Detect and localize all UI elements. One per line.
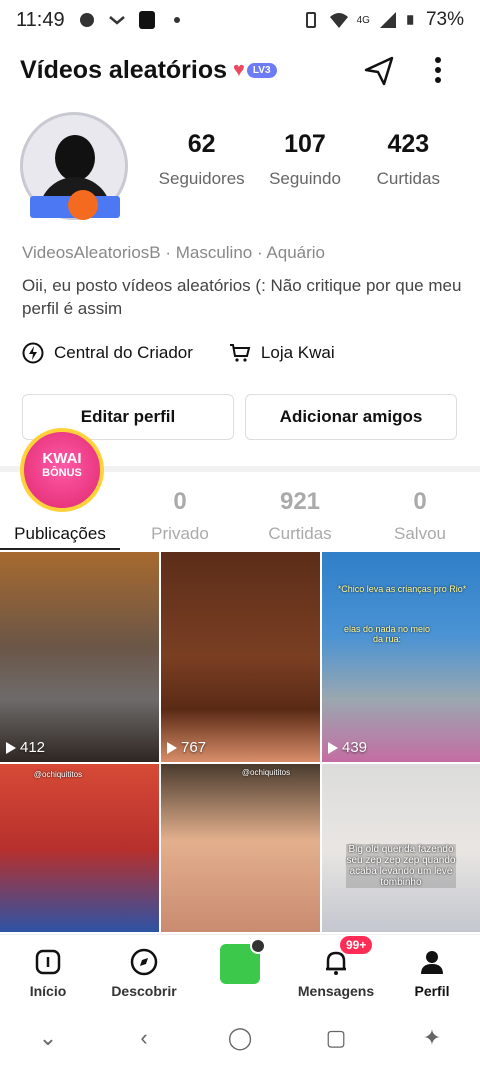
profile-links: Central do Criador Loja Kwai [22,342,335,364]
likes-stat[interactable]: 423 Curtidas [357,130,460,189]
view-count: 439 [328,739,367,756]
heart-balloon-icon: ♥ [233,58,245,81]
lightning-icon [22,342,44,364]
following-label: Seguindo [269,169,341,188]
tab-count: 0 [173,488,187,515]
profile-header: Vídeos aleatórios ♥ LV3 [0,48,480,92]
accessibility-icon[interactable]: ✦ [417,1025,447,1051]
signal-icon [379,12,396,28]
battery-icon [407,15,414,25]
nav-home-label: Início [29,982,67,999]
creator-center-link[interactable]: Central do Criador [22,342,193,364]
video-watermark: @ochiquititos [241,768,291,777]
following-stat[interactable]: 107 Seguindo [253,130,356,189]
flower-decoration-icon [68,190,98,220]
messages-badge: 99+ [340,936,373,954]
tab-label: Salvou [394,524,446,543]
hide-keyboard-icon[interactable]: ⌄ [33,1025,63,1051]
tab-label: Curtidas [268,524,332,543]
kwai-bonus-line2: BÔNUS [42,467,82,479]
bottom-navigation: Início Descobrir Mensagens Perfil [0,934,480,1010]
missed-call-icon [108,16,125,25]
play-icon [6,741,16,754]
tab-saved[interactable]: 0 Salvou [360,488,480,544]
status-bar: 11:49 4G 73% [0,0,480,40]
play-icon [167,741,177,754]
tab-count: 921 [279,488,321,515]
view-count: 412 [6,739,45,756]
nav-profile-label: Perfil [414,982,450,999]
home-gesture-icon[interactable]: ◯ [225,1025,255,1051]
play-icon [328,741,338,754]
shop-label: Loja Kwai [260,343,335,362]
cart-icon [229,344,251,362]
nav-messages-label: Mensagens [297,982,375,999]
battery-percentage: 73% [425,9,464,30]
active-tab-indicator [0,548,120,550]
vibrate-icon [305,12,316,28]
recents-icon[interactable]: ▢ [321,1025,351,1051]
level-badge: LV3 [246,62,277,78]
video-watermark: @ochiquititos [33,770,83,779]
view-count: 767 [167,739,206,756]
app-notification-icon [138,11,155,29]
video-thumbnail[interactable]: 412 [0,552,159,762]
profile-bio: Oii, eu posto vídeos aleatórios (: Não c… [22,276,462,318]
profile-stats: 62 Seguidores 107 Seguindo 423 Curtidas [150,130,460,189]
followers-label: Seguidores [158,169,245,188]
profile-meta: VideosAleatoriosB · Masculino · Aquário [22,243,326,262]
nav-home[interactable]: Início [0,935,96,1010]
back-icon[interactable]: ‹ [129,1025,159,1051]
video-thumbnail[interactable]: 767 [161,552,320,762]
likes-count: 423 [387,130,430,158]
video-thumbnail[interactable]: *Chico leva as crianças pro Rio* elas do… [322,552,480,762]
compass-icon [130,948,158,975]
video-grid: 412 767 *Chico leva as crianças pro Rio*… [0,552,480,932]
video-caption: Big old querida fazendo seu zep zep zep … [346,844,456,888]
video-caption: *Chico leva as crianças pro Rio* [337,584,467,594]
wifi-icon [329,13,348,28]
profile-title: Vídeos aleatórios [20,55,228,84]
network-type: 4G [356,14,370,26]
nav-discover-label: Descobrir [111,982,177,999]
creator-center-label: Central do Criador [54,343,193,362]
nav-profile[interactable]: Perfil [384,935,480,1010]
shop-link[interactable]: Loja Kwai [229,342,335,364]
tab-label: Privado [151,524,209,543]
tab-private[interactable]: 0 Privado [120,488,240,544]
system-navigation: ⌄ ‹ ◯ ▢ ✦ [0,1010,480,1066]
person-icon [421,950,443,974]
home-icon [35,949,61,974]
share-icon[interactable] [362,54,396,86]
tab-liked[interactable]: 921 Curtidas [240,488,360,544]
followers-count: 62 [187,130,216,158]
likes-label: Curtidas [376,169,440,188]
kwai-bonus-line1: KWAI [42,450,82,467]
followers-stat[interactable]: 62 Seguidores [150,130,253,189]
more-notifications-dot-icon [173,17,180,23]
chat-notification-icon [79,13,94,27]
more-options-icon[interactable] [426,54,450,86]
video-thumbnail[interactable]: @ochiquititos [0,764,159,932]
create-post-icon [220,937,266,984]
status-time: 11:49 [16,8,65,31]
nav-discover[interactable]: Descobrir [96,935,192,1010]
video-thumbnail[interactable]: @ochiquititos [161,764,320,932]
kwai-bonus-button[interactable]: KWAI BÔNUS [20,428,104,512]
video-thumbnail[interactable]: Big old querida fazendo seu zep zep zep … [322,764,480,932]
following-count: 107 [284,130,326,158]
tab-label: Publicações [14,524,106,543]
nav-create[interactable] [192,935,288,1010]
video-caption: elas do nada no meio da rua: [343,624,431,644]
add-friends-button[interactable]: Adicionar amigos [245,394,457,440]
tab-count: 0 [413,488,427,515]
